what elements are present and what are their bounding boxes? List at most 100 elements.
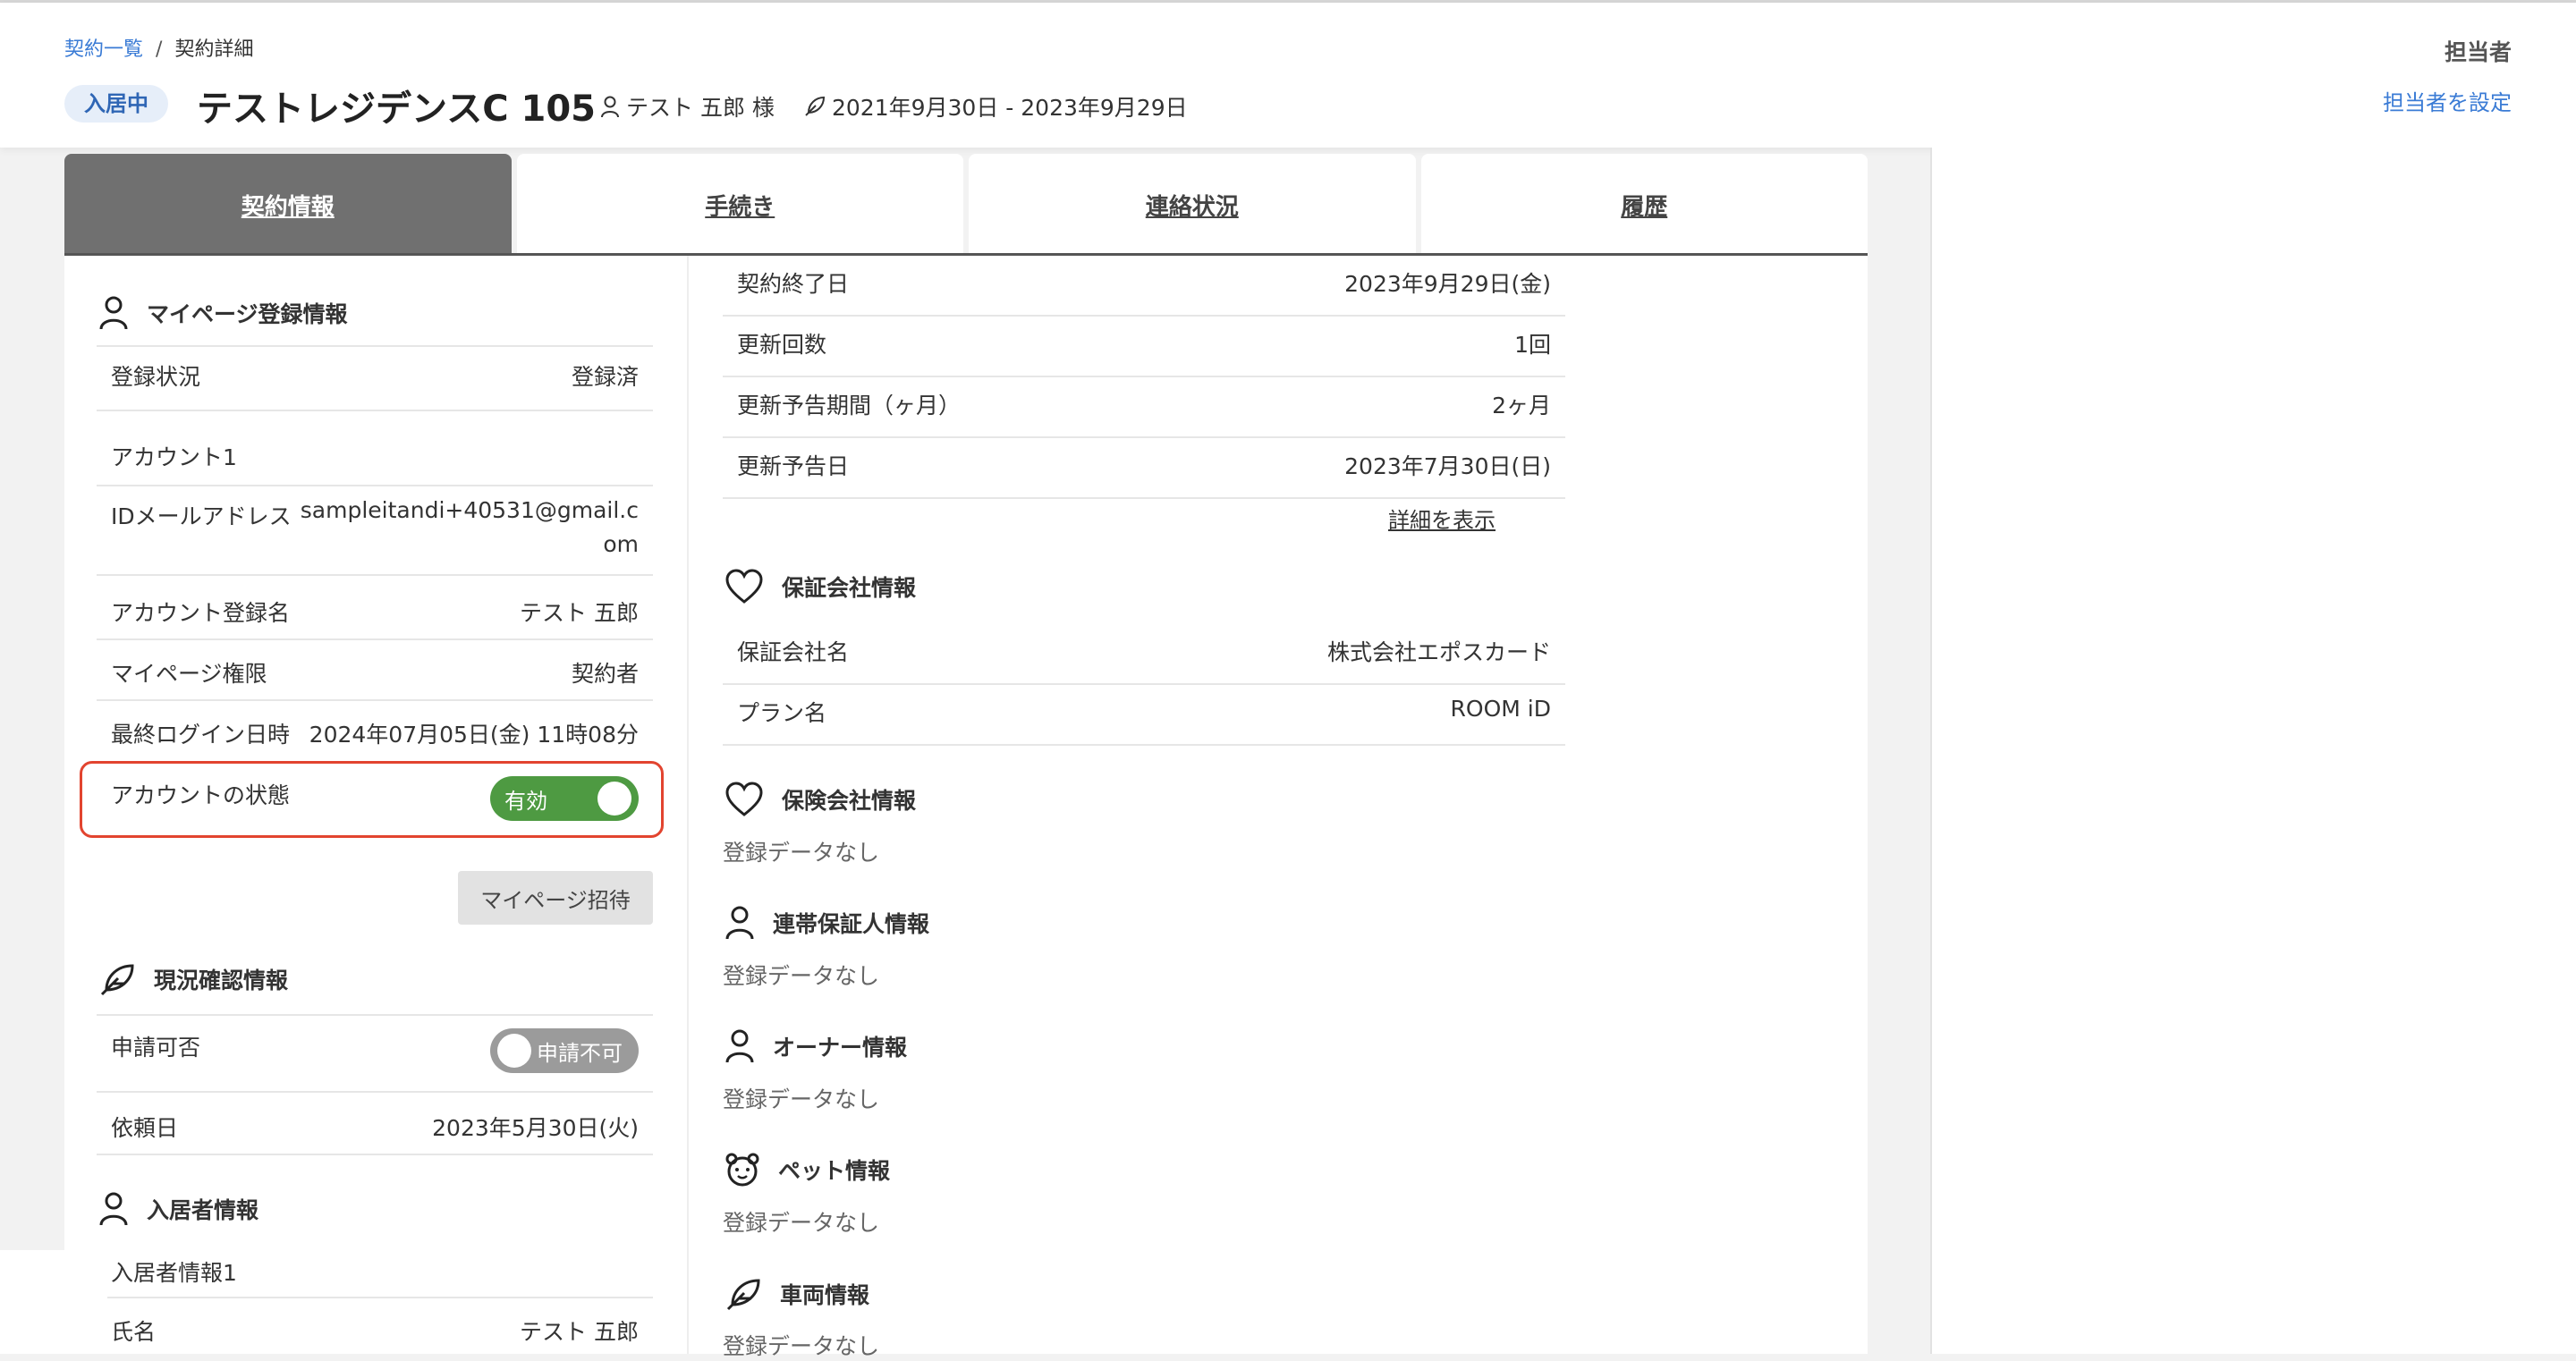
contract-end-value: 2023年9月29日(金) [1344,271,1551,297]
pet-title: ペット情報 [778,1158,891,1184]
owner-section-heading: オーナー情報 [724,1028,907,1064]
renewal-count-value: 1回 [1514,332,1551,358]
notice-period-row: 更新予告期間（ヶ月） 2ヶ月 [723,388,1565,438]
notice-date-value: 2023年7月30日(日) [1344,453,1551,479]
breadcrumb: 契約一覧 / 契約詳細 [64,33,253,62]
last-login-row: 最終ログイン日時 2024年07月05日(金) 11時08分 [97,717,653,762]
person-icon [98,1191,129,1227]
permission-value: 契約者 [571,661,639,687]
page-title: テストレジデンスC 105 [197,89,596,130]
section-rule [97,345,653,347]
contract-period: 2021年9月30日 - 2023年9月29日 [803,90,1188,123]
renewal-count-row: 更新回数 1回 [723,327,1565,377]
account-heading: アカウント1 [111,444,237,470]
column-divider [687,256,689,1354]
vehicle-empty: 登録データなし [723,1333,880,1359]
permission-label: マイページ権限 [111,661,267,687]
breadcrumb-separator: / [156,38,163,61]
guarantor-name-row: 保証会社名 株式会社エポスカード [723,635,1565,685]
mypage-invite-button[interactable]: マイページ招待 [458,871,653,925]
insurance-title: 保険会社情報 [782,788,917,814]
assignee-label: 担当者 [2444,39,2512,65]
set-assignee-link[interactable]: 担当者を設定 [2383,85,2512,116]
feather-icon [98,960,136,998]
vehicle-section-heading: 車両情報 [724,1275,869,1313]
tab-contract-info[interactable]: 契約情報 [64,154,512,256]
show-details-link[interactable]: 詳細を表示 [1388,503,1496,534]
notice-period-value: 2ヶ月 [1492,393,1551,418]
joint-guarantor-title: 連帯保証人情報 [773,911,930,937]
email-value: sampleitandi+40531@gmail.c om [301,494,639,562]
pet-empty: 登録データなし [723,1210,880,1236]
apply-toggle-label: 申請不可 [537,1040,623,1066]
bottom-left-overlay [0,1250,107,1354]
pet-section-heading: ペット情報 [724,1152,890,1188]
heart-icon [724,782,764,817]
status-check-section-heading: 現況確認情報 [98,960,288,998]
toggle-knob [497,1034,531,1068]
insurance-empty: 登録データなし [723,840,880,866]
contract-end-label: 契約終了日 [737,271,850,297]
notice-date-row: 更新予告日 2023年7月30日(日) [723,449,1565,499]
tenant-info: テスト 五郎 様 [599,90,775,123]
breadcrumb-current: 契約詳細 [174,38,254,61]
feather-icon [803,95,826,118]
request-date-value: 2023年5月30日(火) [432,1115,639,1141]
right-side-panel [1930,148,2576,1354]
status-badge: 入居中 [64,85,168,123]
owner-empty: 登録データなし [723,1086,880,1112]
mypage-section-title: マイページ登録情報 [147,301,348,327]
renewal-count-label: 更新回数 [737,332,827,358]
plan-value: ROOM iD [1450,696,1551,722]
guarantor-name-value: 株式会社エポスカード [1326,639,1551,665]
pet-face-icon [724,1152,760,1188]
permission-row: マイページ権限 契約者 [97,656,653,701]
registration-status-label: 登録状況 [111,364,201,390]
mypage-section-heading: マイページ登録情報 [98,295,348,331]
notice-date-label: 更新予告日 [737,453,850,479]
person-icon [599,95,621,118]
insurance-section-heading: 保険会社情報 [724,782,916,817]
account-name-label: アカウント登録名 [111,600,291,626]
page-header: 契約一覧 / 契約詳細 入居中 テストレジデンスC 105 テスト 五郎 様 202… [0,3,2576,148]
resident-name-value: テスト 五郎 [520,1319,639,1345]
tab-procedures[interactable]: 手続き [516,154,963,256]
email-row: IDメールアドレス sampleitandi+40531@gmail.c om [97,497,653,576]
period-text: 2021年9月30日 - 2023年9月29日 [832,95,1188,121]
account-name-value: テスト 五郎 [520,600,639,626]
tenant-name: テスト 五郎 様 [626,95,775,121]
owner-title: オーナー情報 [773,1035,908,1061]
apply-toggle[interactable]: 申請不可 [490,1028,639,1073]
last-login-value: 2024年07月05日(金) 11時08分 [309,722,639,748]
email-label: IDメールアドレス [111,503,292,529]
person-icon [98,295,129,331]
section-rule [97,1014,653,1016]
resident-section-heading: 入居者情報 [98,1191,258,1227]
resident-name-row: 氏名 テスト 五郎 [97,1315,653,1359]
feather-icon [724,1275,762,1313]
account-heading-row: アカウント1 [97,440,653,486]
guarantor-name-label: 保証会社名 [737,639,850,665]
account-name-row: アカウント登録名 テスト 五郎 [97,596,653,640]
registration-status-value: 登録済 [571,364,639,390]
joint-guarantor-section-heading: 連帯保証人情報 [724,905,929,941]
resident-subheading: 入居者情報1 [111,1260,237,1286]
person-icon [724,905,755,941]
notice-period-label: 更新予告期間（ヶ月） [737,393,962,418]
resident-name-label: 氏名 [111,1319,157,1345]
vehicle-title: 車両情報 [780,1282,870,1308]
email-value-line2: om [603,531,639,557]
tab-contact-status[interactable]: 連絡状況 [969,154,1416,256]
guarantor-company-title: 保証会社情報 [782,575,917,601]
breadcrumb-contract-list-link[interactable]: 契約一覧 [64,38,143,61]
resident-subheading-row: 入居者情報1 [97,1255,653,1298]
account-state-highlight [80,761,664,838]
joint-guarantor-empty: 登録データなし [723,963,880,989]
tab-history[interactable]: 履歴 [1420,154,1868,256]
status-check-title: 現況確認情報 [154,968,289,993]
apply-label: 申請可否 [111,1035,201,1061]
heart-icon [724,569,764,604]
contract-end-row: 契約終了日 2023年9月29日(金) [723,266,1565,317]
registration-status-row: 登録状況 登録済 [97,359,653,411]
guarantor-company-section-heading: 保証会社情報 [724,569,916,604]
